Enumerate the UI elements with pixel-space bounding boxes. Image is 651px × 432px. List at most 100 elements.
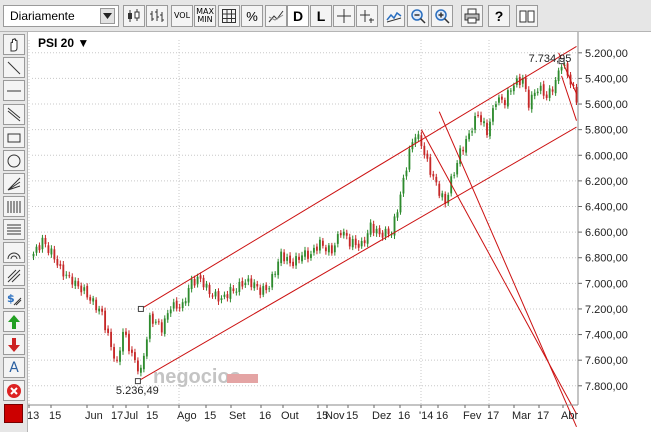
pan-tool-button[interactable]: [3, 34, 25, 55]
manual-button[interactable]: [516, 5, 538, 27]
text-tool-button[interactable]: A: [3, 357, 25, 378]
candle-body: [399, 194, 402, 213]
compare-icon: [268, 10, 284, 23]
candle-body: [506, 90, 509, 107]
daily-label: D: [292, 8, 304, 24]
candle-body: [80, 285, 83, 293]
sell-signal-button[interactable]: [3, 334, 25, 355]
gann-tool-button[interactable]: [3, 265, 25, 286]
candle-body: [336, 234, 339, 244]
candle-body: [235, 291, 238, 293]
zoom-in-button[interactable]: [431, 5, 453, 27]
bar-chart-button[interactable]: [146, 5, 168, 27]
daily-button[interactable]: D: [287, 5, 309, 27]
candle-body: [301, 255, 303, 262]
percent-button[interactable]: %: [241, 5, 263, 27]
candle-body: [316, 246, 318, 251]
crosshair-button[interactable]: [333, 5, 355, 27]
channel-tool-button[interactable]: [3, 104, 25, 125]
candle-body: [107, 328, 110, 333]
x-tick-label: 17: [111, 410, 123, 422]
candle-body: [462, 149, 465, 152]
dollar-tool-button[interactable]: $: [3, 288, 25, 309]
delete-icon: [7, 383, 21, 398]
candle-body: [387, 228, 390, 235]
candle-body: [136, 360, 139, 372]
candle-body: [283, 252, 286, 262]
candle-body: [333, 245, 336, 253]
candle-body: [119, 350, 121, 362]
rectangle-icon: [7, 133, 21, 142]
volume-button[interactable]: VOL: [171, 5, 193, 27]
candle-body: [500, 96, 503, 100]
candle-body: [360, 240, 363, 247]
channel-anchor-marker[interactable]: [137, 305, 144, 312]
candle-body: [414, 137, 417, 144]
candle-body: [169, 309, 172, 314]
candle-body: [298, 256, 300, 260]
delete-drawings-button[interactable]: [3, 380, 25, 401]
candle-body: [495, 104, 497, 107]
print-button[interactable]: [461, 5, 483, 27]
candle-body: [184, 301, 187, 304]
candle-body: [181, 302, 184, 309]
chevron-down-icon[interactable]: [100, 8, 115, 24]
candle-body: [116, 359, 118, 361]
buy-signal-button[interactable]: [3, 311, 25, 332]
compare-button[interactable]: [265, 5, 287, 27]
arc-icon: [7, 252, 21, 259]
x-tick-label: Jun: [85, 410, 103, 422]
candlestick-icon: [128, 9, 140, 22]
candlestick-chart-button[interactable]: [123, 5, 145, 27]
candle-body: [256, 283, 259, 287]
zoom-out-button[interactable]: [407, 5, 429, 27]
chart-title[interactable]: PSI 20 ▼: [38, 36, 89, 50]
x-tick-label: 13: [28, 410, 39, 422]
candle-body: [378, 228, 381, 235]
x-tick-label: 17: [487, 410, 499, 422]
arc-tool-button[interactable]: [3, 242, 25, 263]
zoom-in-icon: [435, 9, 450, 24]
candle-body: [498, 97, 500, 103]
candle-body: [71, 276, 74, 285]
x-tick-label: Jul: [124, 410, 138, 422]
candle-body: [435, 176, 438, 183]
fibonacci-tool-button[interactable]: [3, 196, 25, 217]
candle-body: [65, 274, 68, 276]
horizontal-line-tool-button[interactable]: [3, 80, 25, 101]
candle-body: [32, 253, 35, 257]
candle-body: [166, 313, 169, 320]
candle-body: [223, 294, 226, 297]
period-select[interactable]: Diariamente: [3, 5, 119, 27]
y-tick-label: 5.400,00: [585, 73, 628, 85]
price-chart[interactable]: negocios 7.800,007.600,007.400,007.200,0…: [28, 32, 651, 432]
help-button[interactable]: ?: [488, 5, 510, 27]
candle-body: [113, 347, 115, 359]
log-scale-button[interactable]: L: [310, 5, 332, 27]
candle-body: [220, 298, 223, 301]
candle-body: [324, 247, 327, 252]
candle-body: [142, 355, 145, 370]
candle-body: [560, 66, 563, 71]
y-tick-label: 7.600,00: [585, 355, 628, 367]
rectangle-tool-button[interactable]: [3, 127, 25, 148]
watermark-bar: [227, 374, 258, 383]
fan-tool-button[interactable]: [3, 173, 25, 194]
indicator-button[interactable]: [383, 5, 405, 27]
hand-icon: [10, 37, 18, 51]
percent-label: %: [246, 8, 258, 24]
y-tick-label: 5.800,00: [585, 125, 628, 137]
y-tick-label: 6.600,00: [585, 227, 628, 239]
ellipse-tool-button[interactable]: [3, 150, 25, 171]
crosshair-value-button[interactable]: [356, 5, 378, 27]
vertical-bars-icon: [7, 200, 21, 213]
candle-body: [524, 77, 527, 89]
grid-button[interactable]: [218, 5, 240, 27]
line-tool-button[interactable]: [3, 57, 25, 78]
max-min-button[interactable]: MAX MIN: [194, 5, 216, 27]
candle-body: [530, 94, 533, 110]
candle-body: [527, 89, 530, 108]
retracement-tool-button[interactable]: [3, 219, 25, 240]
color-picker-swatch[interactable]: [4, 404, 23, 423]
x-tick-label: Set: [229, 410, 246, 422]
